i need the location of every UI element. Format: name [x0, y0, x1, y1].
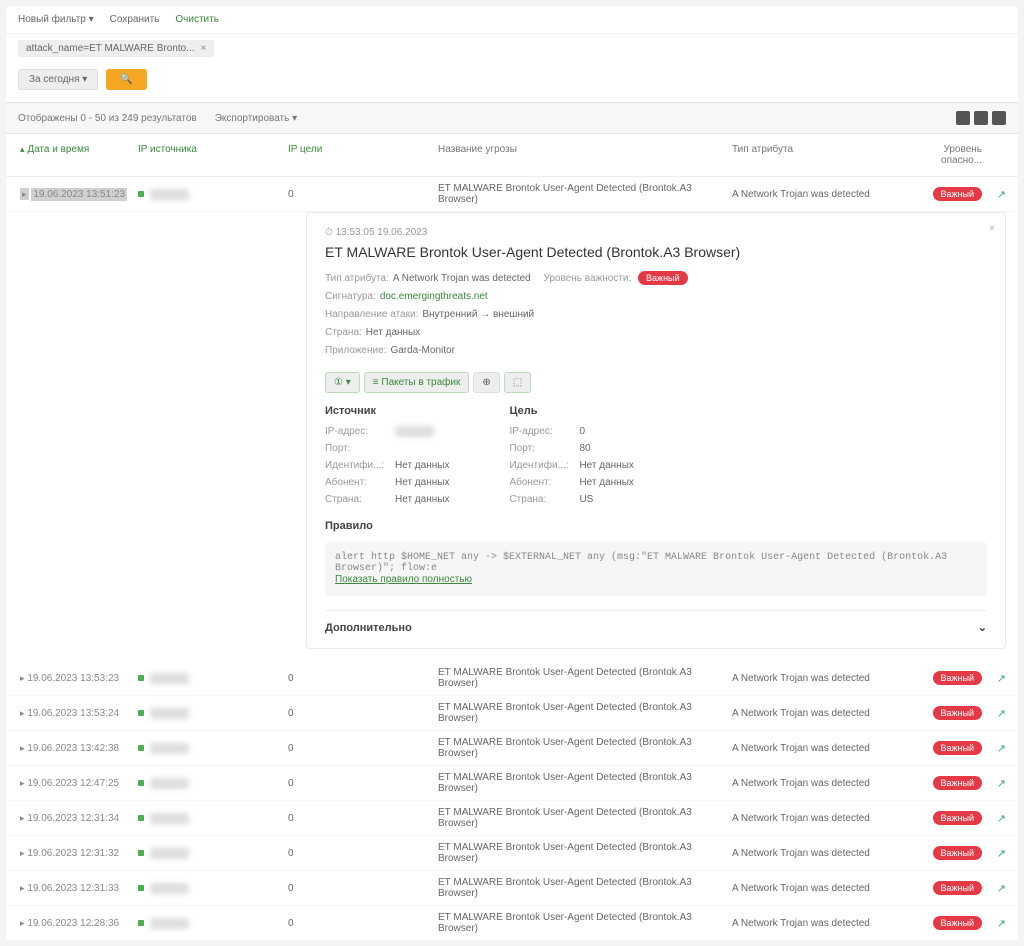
source-ip-cell: xxx — [150, 813, 189, 824]
filter-tag-label: attack_name=ET MALWARE Bronto... — [26, 43, 195, 54]
export-dropdown[interactable]: Экспортировать ▾ — [215, 113, 297, 124]
external-link-icon[interactable]: ↗ — [997, 778, 1006, 790]
severity-badge: Важный — [933, 811, 983, 825]
table-row[interactable]: ▸ 19.06.2023 12:31:34 xxx 0 ET MALWARE B… — [6, 801, 1018, 836]
external-link-icon[interactable]: ↗ — [997, 848, 1006, 860]
external-link-icon[interactable]: ↗ — [997, 189, 1006, 201]
table-row[interactable]: ▸ 19.06.2023 13:53:24 xxx 0 ET MALWARE B… — [6, 696, 1018, 731]
severity-badge: Важный — [933, 706, 983, 720]
new-filter-dropdown[interactable]: Новый фильтр ▾ — [18, 14, 94, 25]
header-date[interactable]: ▴ Дата и время — [18, 144, 138, 166]
severity-badge: Важный — [933, 846, 983, 860]
status-dot-icon — [138, 780, 144, 786]
external-link-icon[interactable]: ↗ — [997, 708, 1006, 720]
source-ip-cell: xxx — [150, 848, 189, 859]
severity-badge: Важный — [933, 916, 983, 930]
source-ip: xxx — [395, 426, 434, 437]
clear-link[interactable]: Очистить — [175, 14, 219, 25]
filter-tag[interactable]: attack_name=ET MALWARE Bronto... × — [18, 40, 214, 57]
status-dot-icon — [138, 815, 144, 821]
rule-text: alert http $HOME_NET any -> $EXTERNAL_NE… — [335, 552, 977, 574]
detail-title: ET MALWARE Brontok User-Agent Detected (… — [325, 244, 987, 260]
action-add-button[interactable]: ⊕ — [473, 372, 499, 393]
results-summary: Отображены 0 - 50 из 249 результатов — [18, 113, 197, 124]
source-ip-cell: xxx — [150, 778, 189, 789]
header-class[interactable]: Тип атрибута — [732, 144, 912, 166]
external-link-icon[interactable]: ↗ — [997, 673, 1006, 685]
table-row[interactable]: ▸ 19.06.2023 12:28:36 xxx 0 ET MALWARE B… — [6, 906, 1018, 941]
header-source[interactable]: IP источника — [138, 144, 288, 166]
source-ip-cell: xxx — [150, 918, 189, 929]
rule-heading: Правило — [325, 520, 987, 532]
header-target[interactable]: IP цели — [288, 144, 438, 166]
signature-link[interactable]: doc.emergingthreats.net — [380, 291, 488, 302]
action-info-button[interactable]: ① ▾ — [325, 372, 360, 393]
target-heading: Цель — [509, 405, 633, 417]
period-dropdown[interactable]: За сегодня ▾ — [18, 69, 98, 90]
save-link[interactable]: Сохранить — [110, 14, 160, 25]
action-expand-button[interactable]: ⬚ — [504, 372, 531, 393]
status-dot-icon — [138, 675, 144, 681]
detail-panel: × ⏱ 13:53:05 19.06.2023 ET MALWARE Bront… — [306, 212, 1006, 649]
source-ip-cell: xxx — [150, 673, 189, 684]
additional-accordion[interactable]: Дополнительно ⌄ — [325, 610, 987, 634]
view-list-icon[interactable] — [956, 111, 970, 125]
view-card-icon[interactable] — [992, 111, 1006, 125]
source-ip-cell: xxx — [150, 189, 189, 200]
severity-badge: Важный — [933, 671, 983, 685]
status-dot-icon — [138, 745, 144, 751]
chevron-down-icon: ⌄ — [978, 621, 987, 634]
detail-timestamp: ⏱ 13:53:05 19.06.2023 — [325, 227, 987, 238]
source-ip-cell: xxx — [150, 743, 189, 754]
severity-badge: Важный — [638, 271, 688, 285]
header-level[interactable]: Уровень опасно... — [912, 144, 982, 166]
status-dot-icon — [138, 885, 144, 891]
status-dot-icon — [138, 920, 144, 926]
severity-badge: Важный — [933, 741, 983, 755]
search-button[interactable]: 🔍 — [106, 69, 146, 90]
source-ip-cell: xxx — [150, 708, 189, 719]
external-link-icon[interactable]: ↗ — [997, 743, 1006, 755]
status-dot-icon — [138, 710, 144, 716]
severity-badge: Важный — [933, 776, 983, 790]
filter-tag-close-icon[interactable]: × — [201, 43, 207, 54]
table-row[interactable]: ▸ 19.06.2023 12:31:33 xxx 0 ET MALWARE B… — [6, 871, 1018, 906]
external-link-icon[interactable]: ↗ — [997, 918, 1006, 930]
table-row[interactable]: ▸ 19.06.2023 13:53:23 xxx 0 ET MALWARE B… — [6, 661, 1018, 696]
show-full-rule-link[interactable]: Показать правило полностью — [335, 574, 472, 585]
table-row[interactable]: ▸ 19.06.2023 12:47:25 xxx 0 ET MALWARE B… — [6, 766, 1018, 801]
header-threat[interactable]: Название угрозы — [438, 144, 732, 166]
table-row[interactable]: ▸ 19.06.2023 13:51:23 xxx 0 ET MALWARE B… — [6, 177, 1018, 212]
action-packets-button[interactable]: ≡ Пакеты в трафик — [364, 372, 470, 393]
status-dot-icon — [138, 191, 144, 197]
external-link-icon[interactable]: ↗ — [997, 883, 1006, 895]
severity-badge: Важный — [933, 881, 983, 895]
table-row[interactable]: ▸ 19.06.2023 12:31:32 xxx 0 ET MALWARE B… — [6, 836, 1018, 871]
external-link-icon[interactable]: ↗ — [997, 813, 1006, 825]
close-icon[interactable]: × — [989, 223, 995, 234]
status-dot-icon — [138, 850, 144, 856]
table-row[interactable]: ▸ 19.06.2023 13:42:38 xxx 0 ET MALWARE B… — [6, 731, 1018, 766]
severity-badge: Важный — [933, 187, 983, 201]
view-grid-icon[interactable] — [974, 111, 988, 125]
source-ip-cell: xxx — [150, 883, 189, 894]
source-heading: Источник — [325, 405, 449, 417]
